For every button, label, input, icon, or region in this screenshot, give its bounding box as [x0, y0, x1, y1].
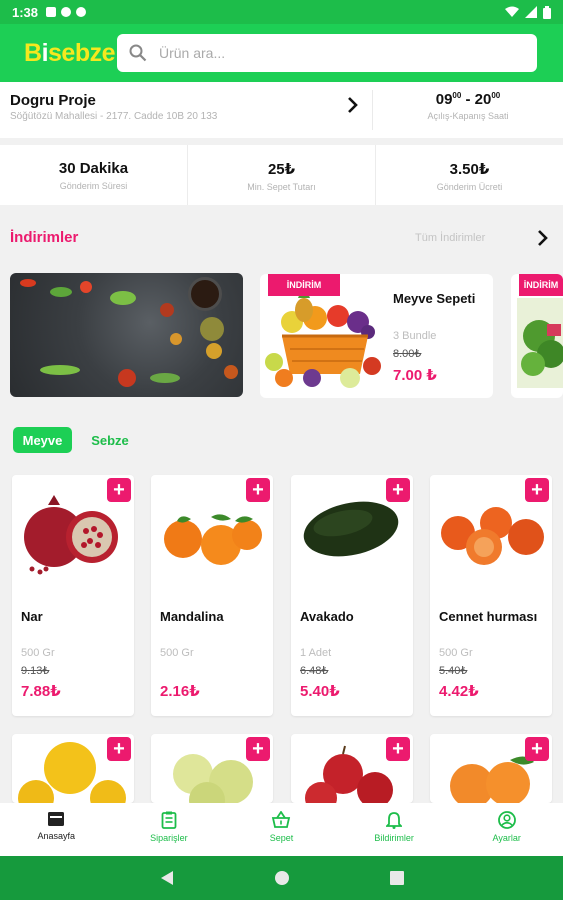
product-card-nar[interactable]: + Nar 500 Gr 9.13₺ 7.88₺: [12, 475, 134, 716]
product-unit: 500 Gr: [160, 647, 194, 659]
product-name: Cennet hurması: [439, 609, 538, 624]
bell-icon: [386, 812, 403, 829]
product-name: Avakado: [300, 609, 354, 624]
product-card-avakado[interactable]: + Avakado 1 Adet 6.48₺ 5.40₺: [291, 475, 413, 716]
status-time: 1:38: [12, 4, 39, 20]
store-address: Söğütözü Mahallesi - 2177. Cadde 10B 20 …: [10, 111, 218, 122]
status-bar: 1:38: [0, 0, 563, 24]
add-to-cart-button[interactable]: +: [246, 737, 270, 761]
product-unit: 1 Adet: [300, 647, 332, 659]
discount-card-partial[interactable]: İNDİRİM: [511, 274, 563, 398]
product-card-apple[interactable]: +: [291, 734, 413, 803]
discount-new-price: 7.00 ₺: [393, 367, 437, 384]
product-card-cennet-hurmasi[interactable]: + Cennet hurması 500 Gr 5.40₺ 4.42₺: [430, 475, 552, 716]
add-to-cart-button[interactable]: +: [525, 478, 549, 502]
home-icon[interactable]: [274, 870, 290, 886]
sd-card-icon: [46, 7, 57, 17]
discount-card-meyve-sepeti[interactable]: İNDİRİM Meyve Sepeti 3 Bundle 8.00₺ 7.00…: [260, 274, 493, 398]
product-old-price: 9.13₺: [21, 665, 50, 677]
product-card-mandalina[interactable]: + Mandalina 500 Gr 2.16₺: [151, 475, 273, 716]
system-navigation-bar: [0, 856, 563, 900]
search-icon: [129, 44, 147, 62]
product-new-price: 7.88₺: [21, 683, 61, 700]
discount-name: Meyve Sepeti: [393, 291, 476, 306]
store-info[interactable]: Dogru Proje Söğütözü Mahallesi - 2177. C…: [0, 82, 563, 138]
store-name: Dogru Proje: [10, 92, 96, 109]
status-system-icons: [505, 5, 551, 19]
nav-bildirimler[interactable]: Bildirimler: [338, 803, 451, 856]
tab-sebze[interactable]: Sebze: [82, 427, 138, 453]
chevron-right-icon[interactable]: [346, 96, 360, 114]
discount-old-price: 8.00₺: [393, 348, 422, 360]
add-to-cart-button[interactable]: +: [246, 478, 270, 502]
product-unit: 500 Gr: [21, 647, 55, 659]
min-basket: 25₺ Min. Sepet Tutarı: [188, 145, 376, 205]
discount-ribbon: İNDİRİM: [268, 274, 340, 296]
basket-icon: [272, 811, 291, 828]
discount-unit: 3 Bundle: [393, 330, 437, 342]
product-new-price: 5.40₺: [300, 683, 340, 700]
bottom-navigation: Anasayfa Siparişler Sepet Bildirimler Ay…: [0, 803, 563, 856]
product-old-price: 5.40₺: [439, 665, 468, 677]
add-to-cart-button[interactable]: +: [107, 478, 131, 502]
nav-anasayfa[interactable]: Anasayfa: [0, 803, 113, 856]
media-icon: [76, 7, 87, 17]
tab-meyve[interactable]: Meyve: [13, 427, 72, 453]
add-to-cart-button[interactable]: +: [107, 737, 131, 761]
nav-sepet[interactable]: Sepet: [225, 803, 338, 856]
search-input[interactable]: [159, 45, 519, 61]
see-all-discounts-link[interactable]: Tüm İndirimler: [415, 232, 485, 244]
app-logo: Bisebze: [24, 38, 115, 67]
app-bar: Bisebze: [0, 24, 563, 82]
add-to-cart-button[interactable]: +: [386, 737, 410, 761]
store-icon: [48, 812, 65, 826]
delivery-time: 30 Dakika Gönderim Süresi: [0, 145, 188, 205]
battery-icon: [543, 5, 551, 19]
promo-banner[interactable]: [10, 273, 243, 397]
nav-ayarlar[interactable]: Ayarlar: [450, 803, 563, 856]
user-icon: [497, 811, 516, 829]
store-hours-label: Açılış-Kapanış Saati: [427, 111, 509, 121]
product-card-green-fruit[interactable]: +: [151, 734, 273, 803]
delivery-info: 30 Dakika Gönderim Süresi 25₺ Min. Sepet…: [0, 145, 563, 205]
product-new-price: 2.16₺: [160, 683, 200, 700]
wifi-icon: [505, 6, 519, 17]
delivery-fee: 3.50₺ Gönderim Ücreti: [436, 161, 503, 192]
orders-icon: [161, 811, 177, 829]
product-unit: 500 Gr: [439, 647, 473, 659]
discounts-title: İndirimler: [10, 229, 79, 246]
product-card-apricot[interactable]: +: [430, 734, 552, 803]
recents-icon[interactable]: [389, 871, 404, 885]
sync-icon: [61, 7, 72, 17]
product-card-lemon[interactable]: +: [12, 734, 134, 803]
chevron-right-icon[interactable]: [536, 229, 550, 247]
store-hours: 0900 - 2000: [435, 91, 501, 108]
status-notification-icons: [46, 7, 87, 17]
product-name: Nar: [21, 609, 43, 624]
nav-siparisler[interactable]: Siparişler: [113, 803, 226, 856]
back-icon[interactable]: [160, 870, 174, 886]
signal-icon: [525, 6, 537, 18]
product-name: Mandalina: [160, 609, 224, 624]
add-to-cart-button[interactable]: +: [386, 478, 410, 502]
add-to-cart-button[interactable]: +: [525, 737, 549, 761]
search-bar[interactable]: [117, 34, 537, 72]
product-old-price: 6.48₺: [300, 665, 329, 677]
discount-ribbon: İNDİRİM: [519, 274, 563, 296]
product-new-price: 4.42₺: [439, 683, 479, 700]
